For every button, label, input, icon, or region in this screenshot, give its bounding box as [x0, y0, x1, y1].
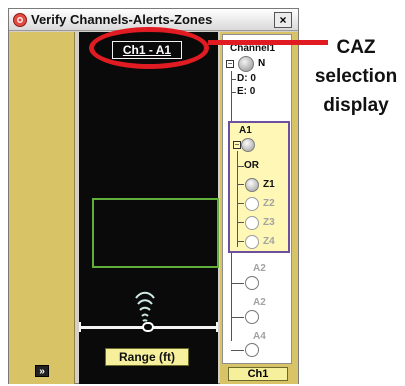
channel-button[interactable]: Ch1: [228, 367, 288, 381]
alert-a2-branch-1: [231, 283, 244, 284]
alert-a4-node-icon[interactable]: [245, 343, 259, 357]
zone-z3-icon[interactable]: [245, 216, 259, 230]
callout-ellipse: [89, 27, 209, 69]
callout-line-1: CAZ: [336, 37, 376, 58]
alert-a4-label: A4: [253, 331, 266, 342]
alert-a1-group: A1 − OR Z1 Z2 Z3 Z4: [228, 121, 290, 253]
close-button[interactable]: ×: [274, 12, 292, 28]
collapse-alert-icon[interactable]: −: [233, 141, 241, 149]
zone-z1-label: Z1: [263, 179, 275, 190]
detection-zone-box: [92, 198, 219, 268]
baseline-right-tick: [216, 322, 218, 332]
baseline-left-tick: [79, 322, 81, 332]
zone-z1-icon[interactable]: [245, 178, 259, 192]
alert-a1-node-icon[interactable]: [241, 138, 255, 152]
zone-z2-branch: [237, 203, 244, 204]
alert-a2-label-1: A2: [253, 263, 266, 274]
callout-text: CAZ selection display: [310, 33, 402, 120]
zone-z4-branch: [237, 241, 244, 242]
alert-app-icon: [13, 13, 27, 27]
alert-a4-branch: [231, 350, 244, 351]
expand-button[interactable]: »: [35, 365, 49, 377]
callout-line-2: selection: [314, 66, 398, 87]
tree-vertical-line-2: [231, 253, 232, 341]
collapse-channel-icon[interactable]: −: [226, 60, 234, 68]
alert-or-label: OR: [244, 160, 259, 171]
range-marker-handle[interactable]: [142, 322, 154, 332]
channel-node-label: N: [258, 58, 266, 69]
range-button[interactable]: Range (ft): [105, 348, 189, 366]
range-bar: Range (ft): [79, 342, 218, 384]
alert-a2-node-2-icon[interactable]: [245, 310, 259, 324]
channel-node-icon[interactable]: [238, 56, 254, 72]
zone-z3-branch: [237, 222, 244, 223]
callout-line-3: display: [323, 95, 389, 116]
zone-z2-icon[interactable]: [245, 197, 259, 211]
tree-branch-d: [231, 79, 236, 80]
zone-z4-label: Z4: [263, 236, 275, 247]
alert-a1-label: A1: [239, 125, 252, 136]
zone-z3-label: Z3: [263, 217, 275, 228]
tree-d-label: D: 0: [237, 73, 256, 84]
zone-z2-label: Z2: [263, 198, 275, 209]
alert-a2-node-1-icon[interactable]: [245, 276, 259, 290]
tree-e-label: E: 0: [237, 86, 256, 97]
alert-a2-label-2: A2: [253, 297, 266, 308]
alert-or-branch: [237, 166, 244, 167]
zone-z4-icon[interactable]: [245, 235, 259, 249]
channel-tree-panel: Channel1 − N D: 0 E: 0 A1 − OR Z1 Z2 Z3 …: [220, 32, 298, 384]
tree-branch-e: [231, 92, 236, 93]
alert-a2-branch-2: [231, 317, 244, 318]
zone-z1-branch: [237, 184, 244, 185]
sonar-view: Ch1 - A1: [79, 32, 219, 342]
window-title: Verify Channels-Alerts-Zones: [31, 12, 213, 27]
channel-tree: Channel1 − N D: 0 E: 0 A1 − OR Z1 Z2 Z3 …: [222, 34, 292, 364]
left-panel: »: [9, 32, 75, 384]
